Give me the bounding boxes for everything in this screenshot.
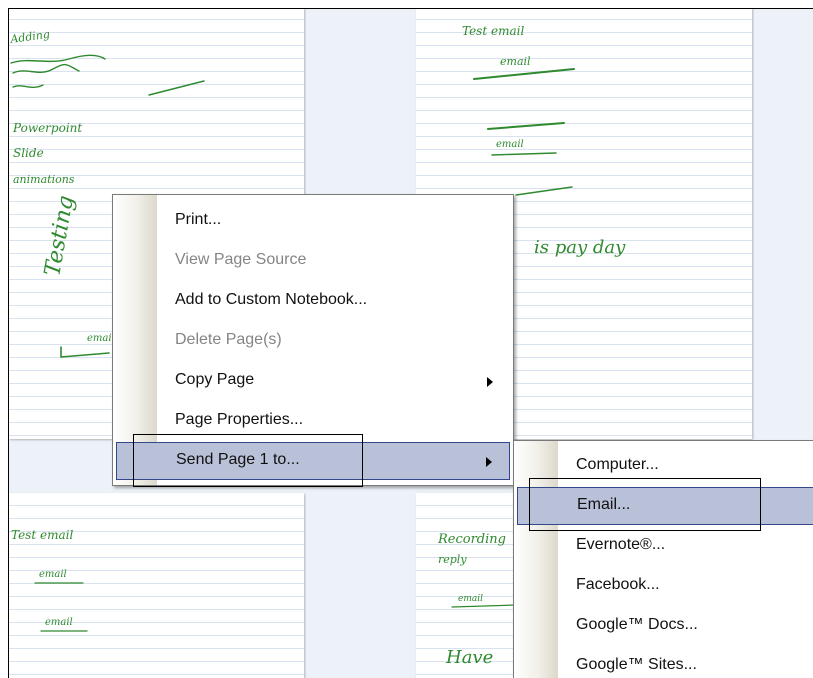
menu-item-send-page-to-label: Send Page 1 to... xyxy=(176,451,300,468)
send-to-email[interactable]: Email... xyxy=(517,487,813,525)
ink-test-email-2: Test email xyxy=(462,24,524,38)
menu-item-page-properties-label: Page Properties... xyxy=(175,411,304,428)
menu-item-print-label: Print... xyxy=(175,211,222,228)
menu-item-copy-page[interactable]: Copy Page xyxy=(113,362,513,400)
ink-email-4: email xyxy=(458,594,483,604)
ink-adding: Adding xyxy=(9,28,51,47)
ink-testing: Testing xyxy=(40,194,79,279)
menu-item-view-page-source: View Page Source xyxy=(113,242,513,280)
menu-item-print[interactable]: Print... xyxy=(113,202,513,240)
send-to-google-docs[interactable]: Google™ Docs... xyxy=(514,607,813,645)
ink-email-1: email xyxy=(87,333,115,344)
send-to-email-label: Email... xyxy=(577,496,631,513)
ink-pay-day: is pay day xyxy=(534,237,626,258)
page-thumbnail-3[interactable]: Test email email email xyxy=(9,493,304,678)
send-to-google-docs-label: Google™ Docs... xyxy=(576,616,698,633)
context-menu: Print... View Page Source Add to Custom … xyxy=(112,194,514,486)
ink-have: Have xyxy=(445,647,493,668)
ink-reply: reply xyxy=(438,553,467,566)
send-to-evernote[interactable]: Evernote®... xyxy=(514,527,813,565)
page-3-ink: Test email email email xyxy=(11,528,88,632)
send-to-facebook[interactable]: Facebook... xyxy=(514,567,813,605)
send-to-computer[interactable]: Computer... xyxy=(514,447,813,485)
send-to-submenu: Computer... Email... Evernote®... Facebo… xyxy=(513,440,813,678)
ink-email-2a: email xyxy=(500,55,531,68)
menu-item-add-to-custom-notebook-label: Add to Custom Notebook... xyxy=(175,291,368,308)
send-to-evernote-label: Evernote®... xyxy=(576,536,666,553)
notebook-view: Adding Powerpoint Slide animations Testi… xyxy=(8,8,813,678)
send-to-facebook-label: Facebook... xyxy=(576,576,660,593)
send-to-google-sites-label: Google™ Sites... xyxy=(576,656,697,673)
ink-email-2b: email xyxy=(496,139,524,150)
page-4-ink: Recording reply email Have xyxy=(437,532,517,668)
menu-item-view-page-source-label: View Page Source xyxy=(175,251,307,268)
ink-slide: Slide xyxy=(13,146,44,160)
menu-item-page-properties[interactable]: Page Properties... xyxy=(113,402,513,440)
page-thumbnail-4[interactable]: Recording reply email Have xyxy=(416,493,526,678)
send-to-google-sites[interactable]: Google™ Sites... xyxy=(514,647,813,678)
submenu-arrow-icon xyxy=(487,377,493,387)
ink-powerpoint: Powerpoint xyxy=(12,121,82,135)
ink-test-email-3: Test email xyxy=(11,528,73,542)
ink-recording: Recording xyxy=(437,532,506,547)
menu-item-send-page-to[interactable]: Send Page 1 to... xyxy=(116,442,510,480)
menu-item-delete-pages-label: Delete Page(s) xyxy=(175,331,282,348)
ink-animations: animations xyxy=(13,173,75,186)
ink-email-3a: email xyxy=(39,569,67,580)
submenu-arrow-icon xyxy=(486,457,492,467)
menu-item-delete-pages: Delete Page(s) xyxy=(113,322,513,360)
ink-email-3b: email xyxy=(45,617,73,628)
send-to-computer-label: Computer... xyxy=(576,456,659,473)
menu-item-add-to-custom-notebook[interactable]: Add to Custom Notebook... xyxy=(113,282,513,320)
menu-item-copy-page-label: Copy Page xyxy=(175,371,255,388)
